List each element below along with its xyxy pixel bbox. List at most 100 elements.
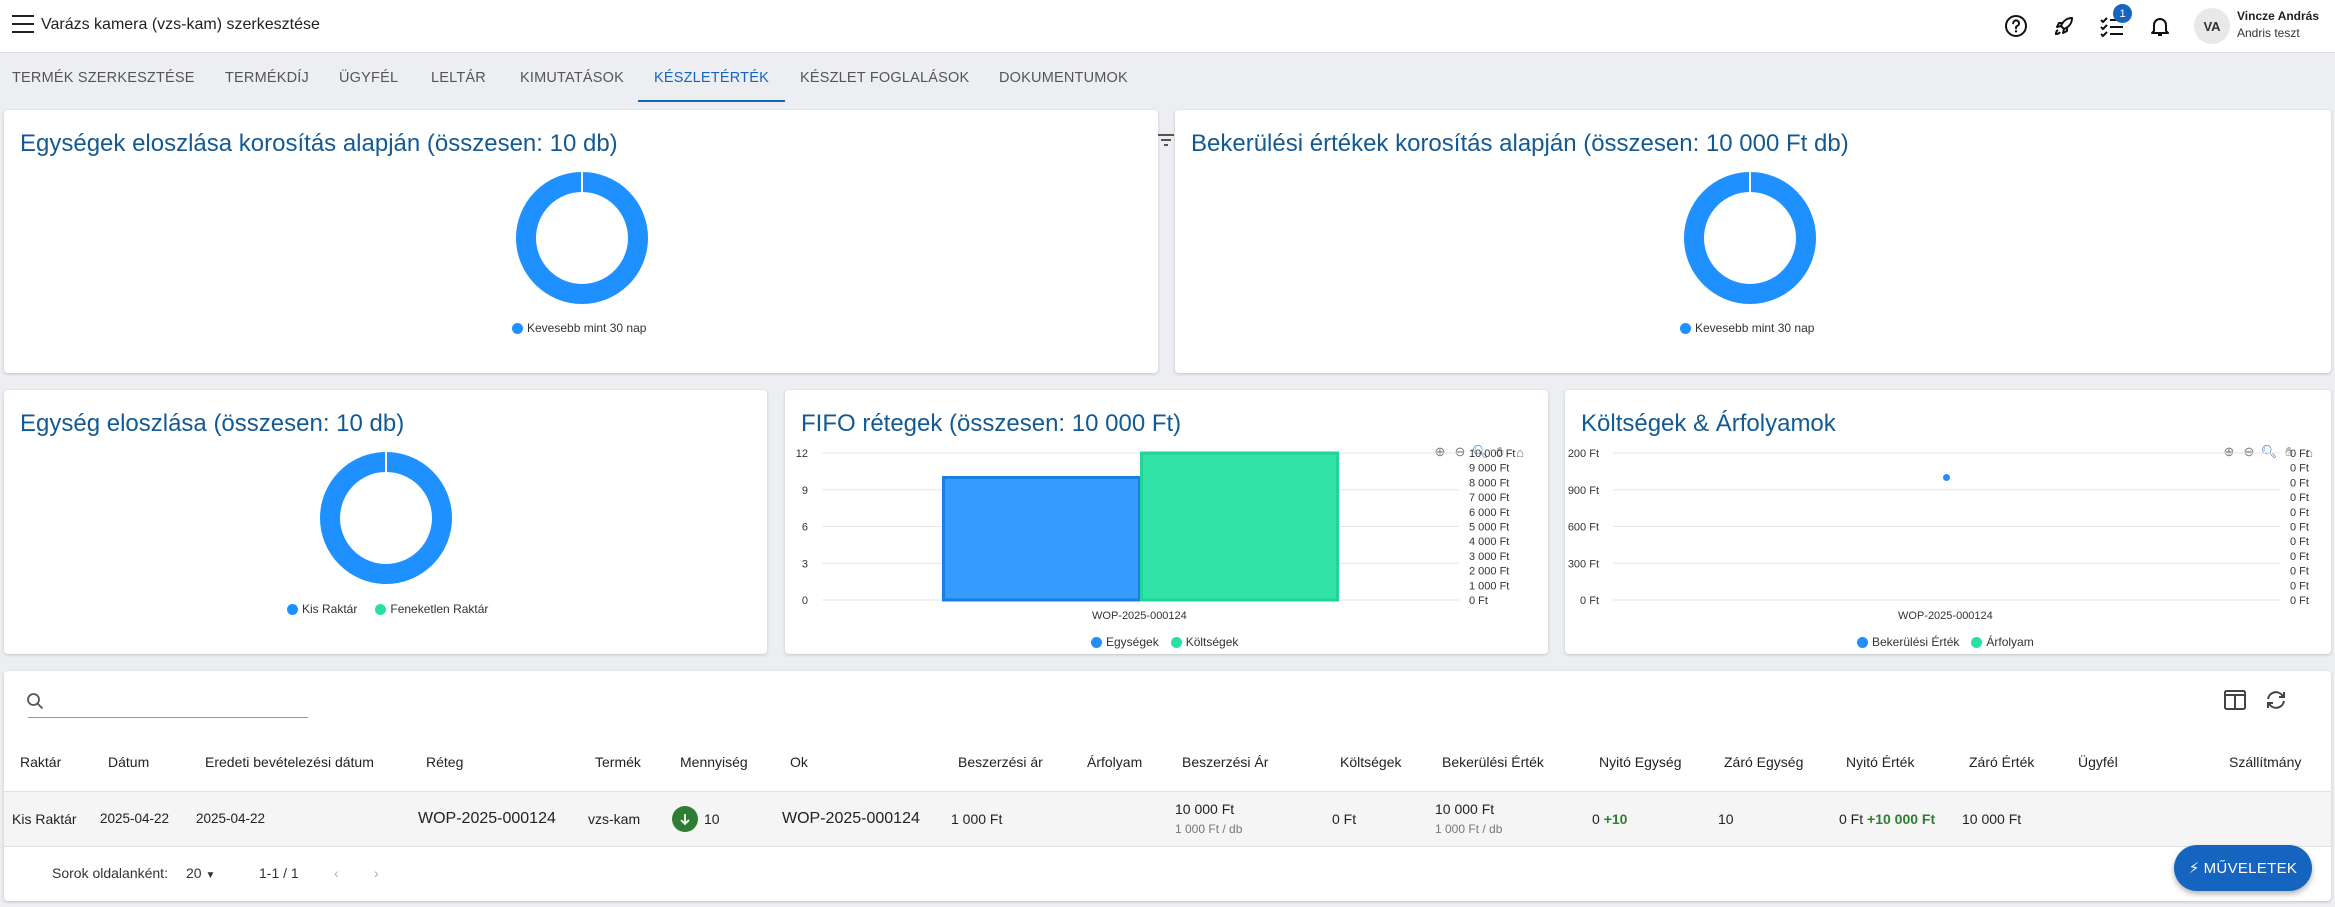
menu-icon[interactable] [12, 15, 34, 35]
legend-item: Egységek [1106, 635, 1159, 649]
cell-purchase-total: 10 000 Ft [1175, 801, 1235, 817]
search-icon [26, 692, 44, 715]
column-header[interactable]: Réteg [426, 754, 463, 770]
y-tick-label: 300 Ft [1568, 558, 1599, 570]
column-header[interactable]: Ok [790, 754, 808, 770]
chart-title: Egységek eloszlása korosítás alapján (ös… [20, 130, 618, 157]
legend-marker [1857, 636, 1868, 648]
y2-tick-label: 6 000 Ft [1469, 507, 1509, 519]
column-header[interactable]: Költségek [1340, 754, 1401, 770]
y-tick-label: 1 200 Ft [1565, 448, 1599, 460]
app-bar: Varázs kamera (vzs-kam) szerkesztése 1 V… [0, 0, 2335, 53]
task-badge: 1 [2113, 4, 2132, 23]
y2-tick-label: 1 000 Ft [1469, 580, 1509, 592]
tab-customer[interactable]: ÜGYFÉL [339, 54, 398, 102]
chevron-down-icon: ▼ [205, 870, 216, 881]
tab-reports[interactable]: KIMUTATÁSOK [520, 54, 624, 102]
column-header[interactable]: Termék [595, 754, 641, 770]
tab-stock-value[interactable]: KÉSZLETÉRTÉK [638, 54, 785, 102]
cell-reason[interactable]: WOP-2025-000124 [782, 810, 920, 828]
legend-marker [512, 322, 523, 334]
cell-warehouse: Kis Raktár [12, 811, 77, 827]
columns-icon[interactable] [2223, 689, 2247, 716]
legend-marker [287, 603, 298, 615]
legend-marker [1091, 636, 1102, 648]
chart-legend: Bekerülési Érték Árfolyam [1857, 635, 2034, 649]
refresh-icon[interactable] [2264, 689, 2288, 716]
chart-legend: Kevesebb mint 30 nap [512, 321, 646, 335]
column-header[interactable]: Beszerzési ár [958, 754, 1043, 770]
column-header[interactable]: Ügyfél [2078, 754, 2118, 770]
legend-item: Költségek [1185, 635, 1239, 649]
y2-tick-label: 0 Ft [2290, 477, 2309, 489]
rocket-icon[interactable] [2050, 12, 2078, 40]
y-tick-label: 12 [796, 448, 808, 460]
cell-layer[interactable]: WOP-2025-000124 [418, 810, 556, 828]
tab-product-edit[interactable]: TERMÉK SZERKESZTÉSE [12, 54, 195, 102]
y2-tick-label: 0 Ft [2290, 551, 2309, 563]
rows-per-page-select[interactable]: 20 ▼ [186, 865, 215, 881]
cell-purchase-price: 1 000 Ft [951, 811, 1003, 827]
column-header[interactable]: Nyitó Érték [1846, 754, 1914, 770]
y2-tick-label: 2 000 Ft [1469, 566, 1509, 578]
cell-open-value: 0 Ft +10 000 Ft [1839, 811, 1936, 827]
column-header[interactable]: Nyitó Egység [1599, 754, 1681, 770]
legend-marker [375, 603, 387, 615]
notification-bell-icon[interactable] [2146, 12, 2174, 40]
cell-product[interactable]: vzs-kam [588, 811, 640, 827]
tab-documents[interactable]: DOKUMENTUMOK [999, 54, 1128, 102]
y2-tick-label: 7 000 Ft [1469, 492, 1509, 504]
column-header[interactable]: Dátum [108, 754, 149, 770]
column-header[interactable]: Raktár [20, 754, 61, 770]
y2-tick-label: 0 Ft [2290, 566, 2309, 578]
column-header[interactable]: Záró Egység [1724, 754, 1803, 770]
bar-costs [1140, 451, 1339, 602]
column-header[interactable]: Mennyiség [680, 754, 748, 770]
search-input[interactable] [50, 690, 306, 714]
y2-tick-label: 0 Ft [2290, 580, 2309, 592]
arrow-down-icon [672, 806, 698, 832]
chart-title: Egység eloszlása (összesen: 10 db) [20, 410, 405, 437]
tab-inventory[interactable]: LELTÁR [431, 54, 486, 102]
cell-original-date: 2025-04-22 [196, 811, 266, 826]
user-subtitle: Andris teszt [2237, 26, 2300, 40]
y-tick-label: 0 [802, 595, 808, 607]
y2-tick-label: 0 Ft [2290, 492, 2309, 504]
avatar[interactable]: VA [2194, 8, 2230, 44]
column-header[interactable]: Beszerzési Ár [1182, 754, 1268, 770]
donut-slice [516, 172, 648, 304]
cell-purchase-unit: 1 000 Ft / db [1175, 822, 1243, 836]
help-icon[interactable] [2002, 12, 2030, 40]
y-tick-label: 900 Ft [1568, 485, 1599, 497]
column-header[interactable]: Eredeti bevételezési dátum [205, 754, 374, 770]
landed-value-by-age-card: Bekerülési értékek korosítás alapján (ös… [1175, 110, 2331, 373]
task-list-icon[interactable]: 1 [2098, 4, 2132, 40]
column-header[interactable]: Szállítmány [2229, 754, 2301, 770]
next-page-icon[interactable]: › [374, 865, 379, 881]
column-header[interactable]: Záró Érték [1969, 754, 2034, 770]
cell-landed-value: 10 000 Ft [1435, 801, 1495, 817]
legend-marker [1170, 636, 1182, 648]
legend-item: Feneketlen Raktár [390, 602, 489, 616]
column-header[interactable]: Árfolyam [1087, 754, 1142, 770]
prev-page-icon[interactable]: ‹ [334, 865, 339, 881]
fifo-layers-card: FIFO rétegek (összesen: 10 000 Ft) ⊕ ⊖ 🔍… [785, 390, 1548, 654]
y-tick-label: 3 [802, 558, 808, 570]
cell-quantity: 10 [704, 811, 720, 827]
rows-per-page-label: Sorok oldalanként: [52, 865, 168, 881]
tab-stock-reservations[interactable]: KÉSZLET FOGLALÁSOK [800, 54, 969, 102]
cell-open-units: 0 +10 [1592, 811, 1628, 827]
cell-close-value: 10 000 Ft [1962, 811, 2022, 827]
units-by-age-card: Egységek eloszlása korosítás alapján (ös… [4, 110, 1158, 373]
page-title: Varázs kamera (vzs-kam) szerkesztése [41, 16, 320, 33]
tab-bar: TERMÉK SZERKESZTÉSE TERMÉKDÍJ ÜGYFÉL LEL… [0, 54, 2335, 102]
column-header[interactable]: Bekerülési Érték [1442, 754, 1544, 770]
tab-product-fee[interactable]: TERMÉKDÍJ [225, 54, 309, 102]
y-tick-label: 6 [802, 522, 808, 534]
filter-icon[interactable] [1156, 132, 1176, 153]
actions-button[interactable]: ⚡︎ MŰVELETEK [2174, 845, 2312, 891]
donut-chart [516, 172, 648, 304]
x-tick-label: WOP-2025-000124 [1898, 610, 1993, 622]
chart-legend: Egységek Költségek [1091, 635, 1238, 649]
cell-close-units: 10 [1718, 811, 1734, 827]
